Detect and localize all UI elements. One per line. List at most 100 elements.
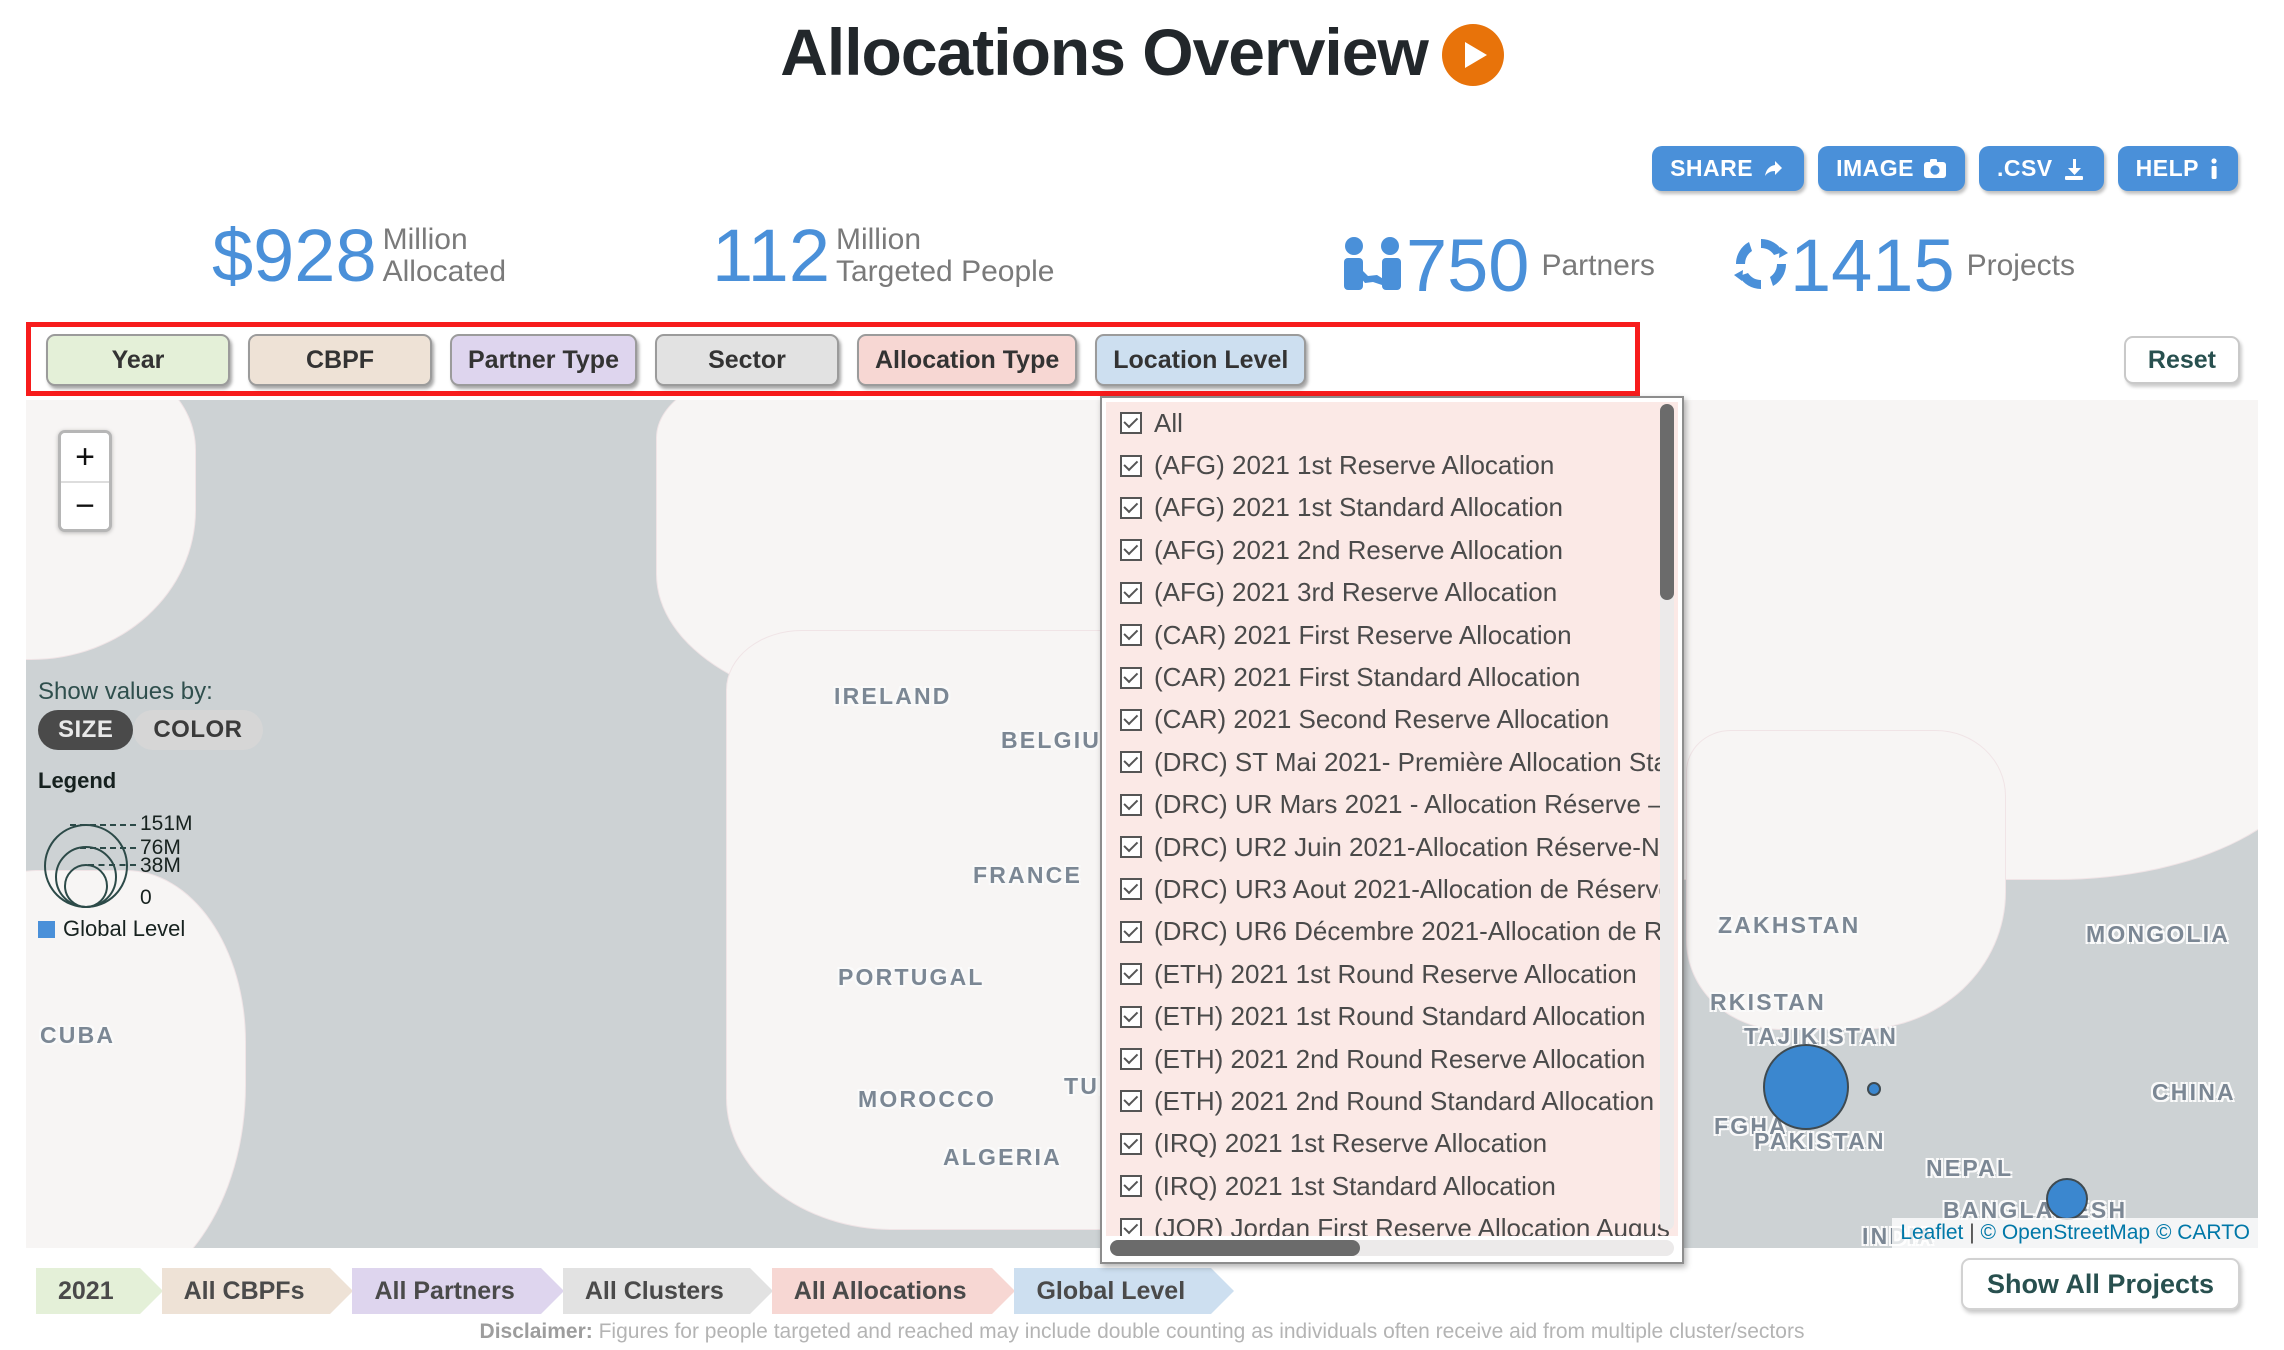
checkbox-checked-icon[interactable] xyxy=(1120,1217,1142,1236)
legend-global-level: Global Level xyxy=(38,916,318,942)
map-allocation-bubble[interactable] xyxy=(2046,1178,2088,1220)
checkbox-checked-icon[interactable] xyxy=(1120,1132,1142,1155)
zoom-out-button[interactable]: − xyxy=(61,481,109,529)
checkbox-checked-icon[interactable] xyxy=(1120,708,1142,731)
filter-button-label: Partner Type xyxy=(468,345,619,374)
dropdown-option[interactable]: (ETH) 2021 2nd Round Reserve Allocation xyxy=(1106,1038,1678,1080)
dropdown-horizontal-scroll-thumb[interactable] xyxy=(1110,1240,1360,1256)
dropdown-option[interactable]: (ETH) 2021 1st Round Standard Allocation xyxy=(1106,995,1678,1037)
checkbox-checked-icon[interactable] xyxy=(1120,454,1142,477)
dropdown-option[interactable]: (DRC) UR2 Juin 2021-Allocation Réserve-N… xyxy=(1106,826,1678,868)
checkbox-checked-icon[interactable] xyxy=(1120,412,1142,435)
dropdown-horizontal-scrollbar[interactable] xyxy=(1110,1240,1674,1256)
stat-partners: 750 Partners xyxy=(1340,228,1655,303)
dropdown-option[interactable]: (DRC) ST Mai 2021- Première Allocation S… xyxy=(1106,741,1678,783)
reset-button[interactable]: Reset xyxy=(2123,336,2240,384)
breadcrumb-item-all-allocations[interactable]: All Allocations xyxy=(771,1268,1016,1314)
dropdown-vertical-scrollbar[interactable] xyxy=(1660,404,1674,1230)
dropdown-option[interactable]: (AFG) 2021 1st Standard Allocation xyxy=(1106,487,1678,529)
map-label-rkistan: RKISTAN xyxy=(1710,989,1826,1015)
filter-button-partner-type[interactable]: Partner Type xyxy=(450,334,637,386)
legend-value-3: 38M xyxy=(140,854,181,877)
dropdown-option[interactable]: (DRC) UR Mars 2021 - Allocation Réserve … xyxy=(1106,784,1678,826)
filter-button-cbpf[interactable]: CBPF xyxy=(248,334,432,386)
help-button[interactable]: HELP xyxy=(2117,146,2238,191)
checkbox-checked-icon[interactable] xyxy=(1120,1090,1142,1113)
breadcrumb-item-global-level[interactable]: Global Level xyxy=(1014,1268,1234,1314)
carto-link[interactable]: © CARTO xyxy=(2156,1221,2250,1244)
stat-projects-value: 1415 xyxy=(1790,224,1955,307)
checkbox-checked-icon[interactable] xyxy=(1120,793,1142,816)
breadcrumb-label: All CBPFs xyxy=(183,1276,305,1305)
map-label-ireland: IRELAND xyxy=(834,683,952,709)
dropdown-option-label: (ETH) 2021 2nd Round Reserve Allocation xyxy=(1154,1043,1646,1074)
show-all-projects-button[interactable]: Show All Projects xyxy=(1960,1258,2240,1310)
dropdown-option[interactable]: (CAR) 2021 First Standard Allocation xyxy=(1106,656,1678,698)
image-button[interactable]: IMAGE xyxy=(1818,146,1965,191)
filter-button-location-level[interactable]: Location Level xyxy=(1095,334,1307,386)
checkbox-checked-icon[interactable] xyxy=(1120,1048,1142,1071)
camera-icon xyxy=(1923,158,1947,180)
play-icon[interactable] xyxy=(1441,24,1504,86)
stat-targeted-label: Targeted People xyxy=(835,255,1055,289)
checkbox-checked-icon[interactable] xyxy=(1120,539,1142,562)
size-toggle-button[interactable]: SIZE xyxy=(38,710,134,750)
checkbox-checked-icon[interactable] xyxy=(1120,1175,1142,1198)
checkbox-checked-icon[interactable] xyxy=(1120,581,1142,604)
legend-value-1: 151M xyxy=(140,812,193,835)
dropdown-option[interactable]: (AFG) 2021 2nd Reserve Allocation xyxy=(1106,529,1678,571)
legend-bubble-scale: 151M 76M 38M 0 xyxy=(38,798,288,914)
checkbox-checked-icon[interactable] xyxy=(1120,920,1142,943)
help-label: HELP xyxy=(2135,155,2199,181)
breadcrumb-item-all-cbpfs[interactable]: All CBPFs xyxy=(161,1268,354,1314)
zoom-in-button[interactable]: + xyxy=(61,433,109,481)
checkbox-checked-icon[interactable] xyxy=(1120,496,1142,519)
dropdown-option[interactable]: (DRC) UR3 Aout 2021-Allocation de Réserv… xyxy=(1106,868,1678,910)
dropdown-option[interactable]: (AFG) 2021 3rd Reserve Allocation xyxy=(1106,572,1678,614)
map-allocation-bubble[interactable] xyxy=(1763,1044,1849,1130)
breadcrumb-item-2021[interactable]: 2021 xyxy=(36,1268,163,1314)
checkbox-checked-icon[interactable] xyxy=(1120,624,1142,647)
breadcrumb-label: 2021 xyxy=(58,1276,114,1305)
dropdown-option[interactable]: (ETH) 2021 1st Round Reserve Allocation xyxy=(1106,953,1678,995)
checkbox-checked-icon[interactable] xyxy=(1120,1005,1142,1028)
stats-row: $928 Million Allocated 112 Million Targe… xyxy=(0,218,2284,308)
checkbox-checked-icon[interactable] xyxy=(1120,751,1142,774)
dropdown-option[interactable]: (IRQ) 2021 1st Standard Allocation xyxy=(1106,1165,1678,1207)
legend-value-4: 0 xyxy=(140,886,152,909)
filter-button-year[interactable]: Year xyxy=(46,334,230,386)
color-toggle-button[interactable]: COLOR xyxy=(133,710,263,750)
leaflet-link[interactable]: Leaflet xyxy=(1900,1221,1963,1244)
dropdown-option-list[interactable]: All (AFG) 2021 1st Reserve Allocation (AFG… xyxy=(1106,402,1678,1236)
filter-button-sector[interactable]: Sector xyxy=(654,334,839,386)
legend-title: Legend xyxy=(38,768,117,793)
checkbox-checked-icon[interactable] xyxy=(1120,963,1142,986)
osm-link[interactable]: © OpenStreetMap xyxy=(1981,1221,2151,1244)
share-icon xyxy=(1762,157,1786,181)
dropdown-option[interactable]: All xyxy=(1106,402,1678,444)
dropdown-option[interactable]: (CAR) 2021 Second Reserve Allocation xyxy=(1106,699,1678,741)
allocation-type-dropdown[interactable]: All (AFG) 2021 1st Reserve Allocation (AFG… xyxy=(1100,396,1684,1264)
dropdown-option-label: (ETH) 2021 1st Round Standard Allocation xyxy=(1154,1001,1646,1032)
dropdown-option[interactable]: (CAR) 2021 First Reserve Allocation xyxy=(1106,614,1678,656)
checkbox-checked-icon[interactable] xyxy=(1120,836,1142,859)
map-allocation-bubble[interactable] xyxy=(1867,1082,1881,1096)
csv-button[interactable]: .CSV xyxy=(1978,146,2104,191)
dropdown-option[interactable]: (ETH) 2021 2nd Round Standard Allocation xyxy=(1106,1080,1678,1122)
breadcrumb-item-all-partners[interactable]: All Partners xyxy=(352,1268,565,1314)
checkbox-checked-icon[interactable] xyxy=(1120,666,1142,689)
breadcrumb-item-all-clusters[interactable]: All Clusters xyxy=(562,1268,773,1314)
filter-button-allocation-type[interactable]: Allocation Type xyxy=(856,334,1078,386)
dropdown-option[interactable]: (AFG) 2021 1st Reserve Allocation xyxy=(1106,444,1678,486)
dropdown-vertical-scroll-thumb[interactable] xyxy=(1660,404,1674,600)
dropdown-option[interactable]: (DRC) UR6 Décembre 2021-Allocation de R xyxy=(1106,911,1678,953)
dropdown-option-label: All xyxy=(1154,407,1183,438)
dropdown-option-label: (IRQ) 2021 1st Standard Allocation xyxy=(1154,1170,1556,1201)
dropdown-option[interactable]: (JOR) Jordan First Reserve Allocation Au… xyxy=(1106,1207,1678,1236)
download-icon xyxy=(2062,157,2086,181)
breadcrumb-label: All Allocations xyxy=(793,1276,967,1305)
dropdown-option-label: (DRC) UR Mars 2021 - Allocation Réserve … xyxy=(1154,789,1663,820)
dropdown-option[interactable]: (IRQ) 2021 1st Reserve Allocation xyxy=(1106,1123,1678,1165)
share-button[interactable]: SHARE xyxy=(1652,146,1805,191)
checkbox-checked-icon[interactable] xyxy=(1120,878,1142,901)
